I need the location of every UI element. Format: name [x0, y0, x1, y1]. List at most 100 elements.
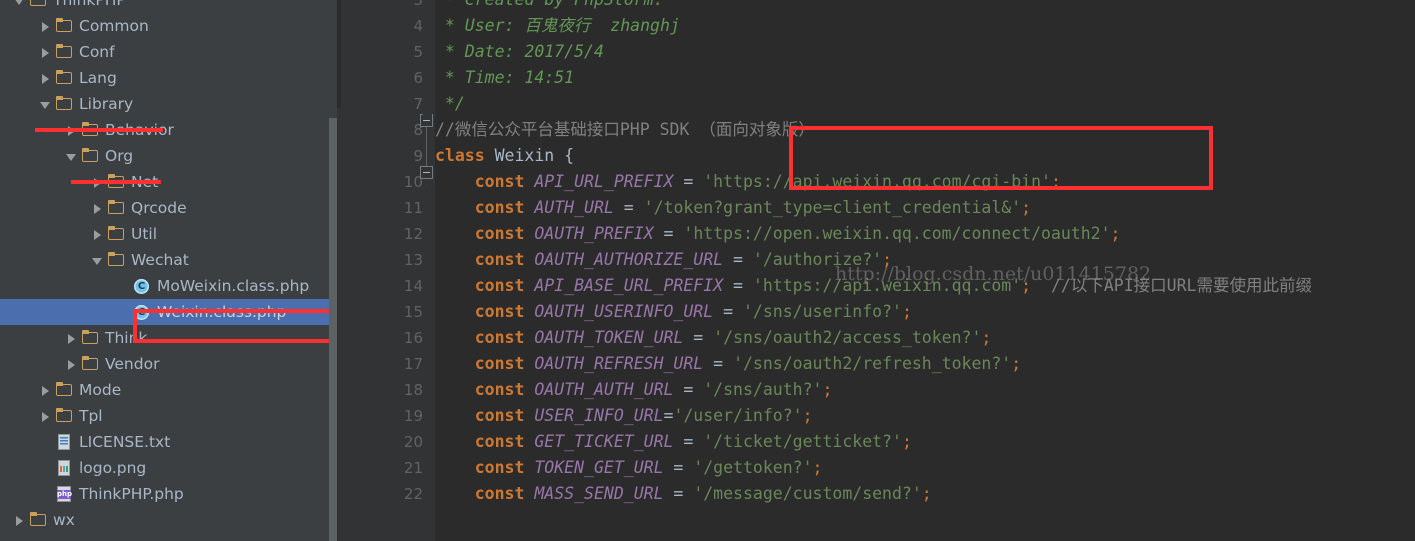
code-token: = [653, 224, 684, 243]
code-token: ; [921, 484, 932, 503]
code-line-22[interactable]: const MASS_SEND_URL = '/message/custom/s… [435, 481, 932, 507]
tree-item-mode[interactable]: Mode [0, 377, 337, 403]
code-line-12[interactable]: const OAUTH_PREFIX = 'https://open.weixi… [435, 221, 1121, 247]
tree-item-qrcode[interactable]: Qrcode [0, 195, 337, 221]
chevron-right-icon[interactable] [65, 124, 78, 137]
class-icon-letter: C [137, 307, 146, 318]
code-token: GET_TICKET_URL [534, 432, 674, 451]
project-tree-panel[interactable]: ThinkPHP Common Conf Lang Library Behavior Org… [0, 0, 337, 541]
tree-item-label: Lang [79, 69, 117, 87]
tree-item-moweixin-class-php[interactable]: C MoWeixin.class.php [0, 273, 337, 299]
tree-item-logo-png[interactable]: logo.png [0, 455, 337, 481]
tree-no-arrow [39, 436, 52, 449]
folder-icon [56, 382, 73, 398]
chevron-down-icon[interactable] [13, 0, 26, 7]
chevron-right-icon[interactable] [91, 202, 104, 215]
code-token: // [1031, 276, 1071, 295]
chevron-right-icon[interactable] [39, 20, 52, 33]
code-token: OAUTH_USERINFO_URL [534, 302, 714, 321]
code-token: const [474, 354, 525, 373]
tree-item-behavior[interactable]: Behavior [0, 117, 337, 143]
code-line-10[interactable]: const API_URL_PREFIX = 'https://api.weix… [435, 169, 1061, 195]
code-token: = [723, 276, 753, 295]
code-line-16[interactable]: const OAUTH_TOKEN_URL = '/sns/oauth2/acc… [435, 325, 992, 351]
tree-item-label: ThinkPHP.php [79, 485, 184, 503]
line-number: 9 [413, 147, 423, 165]
line-number: 20 [403, 433, 423, 451]
code-token: * Time: 14:51 [435, 68, 575, 87]
code-line-3[interactable]: * Created by PhpStorm. [435, 0, 664, 13]
code-line-5[interactable]: * Date: 2017/5/4 [435, 39, 604, 65]
tree-item-thinkphp[interactable]: ThinkPHP [0, 0, 337, 13]
tree-item-net[interactable]: Net [0, 169, 337, 195]
tree-item-wechat[interactable]: Wechat [0, 247, 337, 273]
code-line-7[interactable]: */ [435, 91, 465, 117]
chevron-down-icon[interactable] [91, 254, 104, 267]
code-line-17[interactable]: const OAUTH_REFRESH_URL = '/sns/oauth2/r… [435, 351, 1021, 377]
code-line-4[interactable]: * User: 百鬼夜行 zhanghj [435, 13, 680, 39]
code-editor[interactable]: 3 4 5 6 7 8 9 10 11 12 13 14 15 16 17 18 19 20 21 22 * Crea… [337, 0, 1415, 541]
code-line-13[interactable]: const OAUTH_AUTHORIZE_URL = '/authorize?… [435, 247, 892, 273]
tree-item-label: Weixin.class.php [157, 303, 287, 321]
chevron-right-icon[interactable] [13, 514, 26, 527]
code-line-8[interactable]: //微信公众平台基础接口PHP SDK （面向对象版） [435, 117, 815, 143]
tree-item-weixin-class-php[interactable]: C Weixin.class.php [0, 299, 337, 325]
chevron-right-icon[interactable] [65, 358, 78, 371]
tree-item-lang[interactable]: Lang [0, 65, 337, 91]
code-token: = [663, 484, 694, 503]
code-line-11[interactable]: const AUTH_URL = '/token?grant_type=clie… [435, 195, 1031, 221]
code-content[interactable]: * Created by PhpStorm. * User: 百鬼夜行 zhan… [435, 0, 1415, 541]
code-line-14[interactable]: const API_BASE_URL_PREFIX = 'https://api… [435, 273, 1312, 299]
line-number: 16 [403, 329, 423, 347]
line-number: 4 [413, 17, 423, 35]
code-token: '/authorize?' [752, 250, 883, 269]
code-token: const [474, 302, 525, 321]
chevron-down-icon[interactable] [65, 150, 78, 163]
chevron-right-icon[interactable] [91, 228, 104, 241]
editor-gutter[interactable]: 3 4 5 6 7 8 9 10 11 12 13 14 15 16 17 18 19 20 21 22 [337, 0, 435, 541]
fold-marker-line-7[interactable] [420, 114, 433, 127]
tree-item-think[interactable]: Think [0, 325, 337, 351]
tree-vertical-scrollbar[interactable] [329, 118, 337, 541]
code-token: ; [822, 380, 833, 399]
code-token: const [474, 224, 525, 243]
tree-item-util[interactable]: Util [0, 221, 337, 247]
chevron-right-icon[interactable] [39, 46, 52, 59]
tree-item-tpl[interactable]: Tpl [0, 403, 337, 429]
code-folding-strip[interactable] [419, 0, 435, 541]
code-token: ; [1021, 276, 1032, 295]
tree-item-common[interactable]: Common [0, 13, 337, 39]
chevron-right-icon[interactable] [39, 384, 52, 397]
tree-item-label: Net [131, 173, 159, 191]
tree-item-wx[interactable]: wx [0, 507, 337, 533]
folder-icon [30, 0, 47, 8]
code-token: '/gettoken?' [693, 458, 813, 477]
chevron-right-icon[interactable] [39, 410, 52, 423]
chevron-right-icon[interactable] [91, 176, 104, 189]
code-line-20[interactable]: const GET_TICKET_URL = '/ticket/getticke… [435, 429, 912, 455]
code-line-15[interactable]: const OAUTH_USERINFO_URL = '/sns/userinf… [435, 299, 912, 325]
line-number: 22 [403, 485, 423, 503]
chevron-right-icon[interactable] [39, 72, 52, 85]
code-token: const [474, 380, 525, 399]
tree-item-conf[interactable]: Conf [0, 39, 337, 65]
chevron-down-icon[interactable] [39, 98, 52, 111]
code-line-18[interactable]: const OAUTH_AUTH_URL = '/sns/auth?'; [435, 377, 833, 403]
tree-item-library[interactable]: Library [0, 91, 337, 117]
folder-icon [82, 330, 99, 346]
code-line-9[interactable]: class Weixin { [435, 143, 574, 169]
fold-marker-line-9[interactable] [420, 166, 433, 179]
tree-item-label: Conf [79, 43, 115, 61]
tree-item-thinkphp-php[interactable]: php ThinkPHP.php [0, 481, 337, 507]
code-line-21[interactable]: const TOKEN_GET_URL = '/gettoken?'; [435, 455, 823, 481]
chevron-right-icon[interactable] [65, 332, 78, 345]
tree-item-vendor[interactable]: Vendor [0, 351, 337, 377]
code-line-6[interactable]: * Time: 14:51 [435, 65, 574, 91]
tree-item-org[interactable]: Org [0, 143, 337, 169]
tree-item-license-txt[interactable]: LICENSE.txt [0, 429, 337, 455]
code-line-19[interactable]: const USER_INFO_URL='/user/info?'; [435, 403, 813, 429]
editor-change-marker [337, 0, 341, 108]
